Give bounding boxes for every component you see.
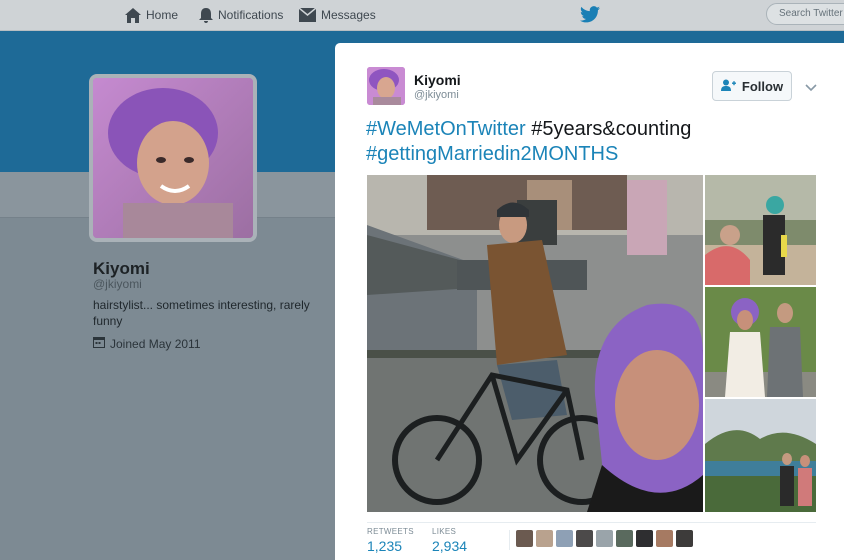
likes-label: LIKES — [432, 527, 457, 536]
messages-icon — [299, 8, 316, 22]
nav-messages[interactable]: Messages — [299, 0, 376, 30]
tweet-modal: Kiyomi @jkiyomi Follow #WeMetOnTwitter #… — [335, 43, 844, 560]
follow-person-icon — [720, 79, 736, 94]
likes-count: 2,934 — [432, 538, 468, 554]
profile-name: Kiyomi — [93, 259, 150, 278]
calendar-icon — [93, 336, 105, 351]
home-icon — [125, 7, 141, 23]
profile-bio: hairstylist... sometimes interesting, ra… — [93, 298, 310, 328]
tweet-text-plain: #5years&counting — [531, 118, 692, 140]
tweet-author-name[interactable]: Kiyomi — [414, 72, 461, 88]
nav-notifications-label: Notifications — [218, 8, 284, 22]
profile-handle[interactable]: @jkiyomi — [93, 277, 142, 291]
liker-avatar[interactable] — [576, 530, 593, 547]
tweet-photo-main[interactable] — [367, 175, 703, 512]
follow-button[interactable]: Follow — [712, 71, 792, 101]
retweets-stat[interactable]: RETWEETS 1,235 — [367, 527, 414, 554]
liker-avatar[interactable] — [556, 530, 573, 547]
profile-joined: Joined May 2011 — [93, 336, 201, 351]
tweet-photo-3[interactable] — [705, 287, 816, 397]
liker-avatar[interactable] — [536, 530, 553, 547]
follow-button-label: Follow — [741, 78, 784, 94]
profile-avatar[interactable] — [89, 74, 257, 242]
tweet-photo-2[interactable] — [705, 175, 816, 285]
tweet-text: #WeMetOnTwitter #5years&counting #gettin… — [366, 117, 806, 167]
top-navigation: Home Notifications Messages Search Twitt… — [0, 0, 844, 31]
nav-home[interactable]: Home — [125, 0, 178, 30]
tweet-author-avatar[interactable] — [367, 67, 405, 105]
hashtag-link[interactable]: #WeMetOnTwitter — [366, 118, 526, 140]
liker-avatar[interactable] — [676, 530, 693, 547]
nav-messages-label: Messages — [321, 8, 376, 22]
twitter-bird-icon[interactable] — [580, 6, 600, 28]
liker-avatar[interactable] — [516, 530, 533, 547]
nav-home-label: Home — [146, 8, 179, 22]
liker-avatar[interactable] — [616, 530, 633, 547]
tweet-stats: RETWEETS 1,235 LIKES 2,934 — [367, 522, 816, 560]
likes-stat[interactable]: LIKES 2,934 — [432, 527, 467, 554]
liker-avatars — [509, 530, 693, 550]
hashtag-link[interactable]: #gettingMarriedin2MONTHS — [366, 143, 618, 165]
retweets-count: 1,235 — [367, 538, 403, 554]
retweets-label: RETWEETS — [367, 527, 414, 536]
tweet-photo-4[interactable] — [705, 399, 816, 512]
liker-avatar[interactable] — [656, 530, 673, 547]
chevron-down-icon[interactable] — [805, 79, 817, 97]
nav-notifications[interactable]: Notifications — [199, 0, 283, 30]
liker-avatar[interactable] — [596, 530, 613, 547]
liker-avatar[interactable] — [636, 530, 653, 547]
profile-joined-label: Joined May 2011 — [110, 336, 201, 351]
notifications-icon — [199, 7, 213, 23]
search-input[interactable]: Search Twitter — [766, 3, 844, 25]
tweet-author-handle[interactable]: @jkiyomi — [414, 89, 459, 101]
